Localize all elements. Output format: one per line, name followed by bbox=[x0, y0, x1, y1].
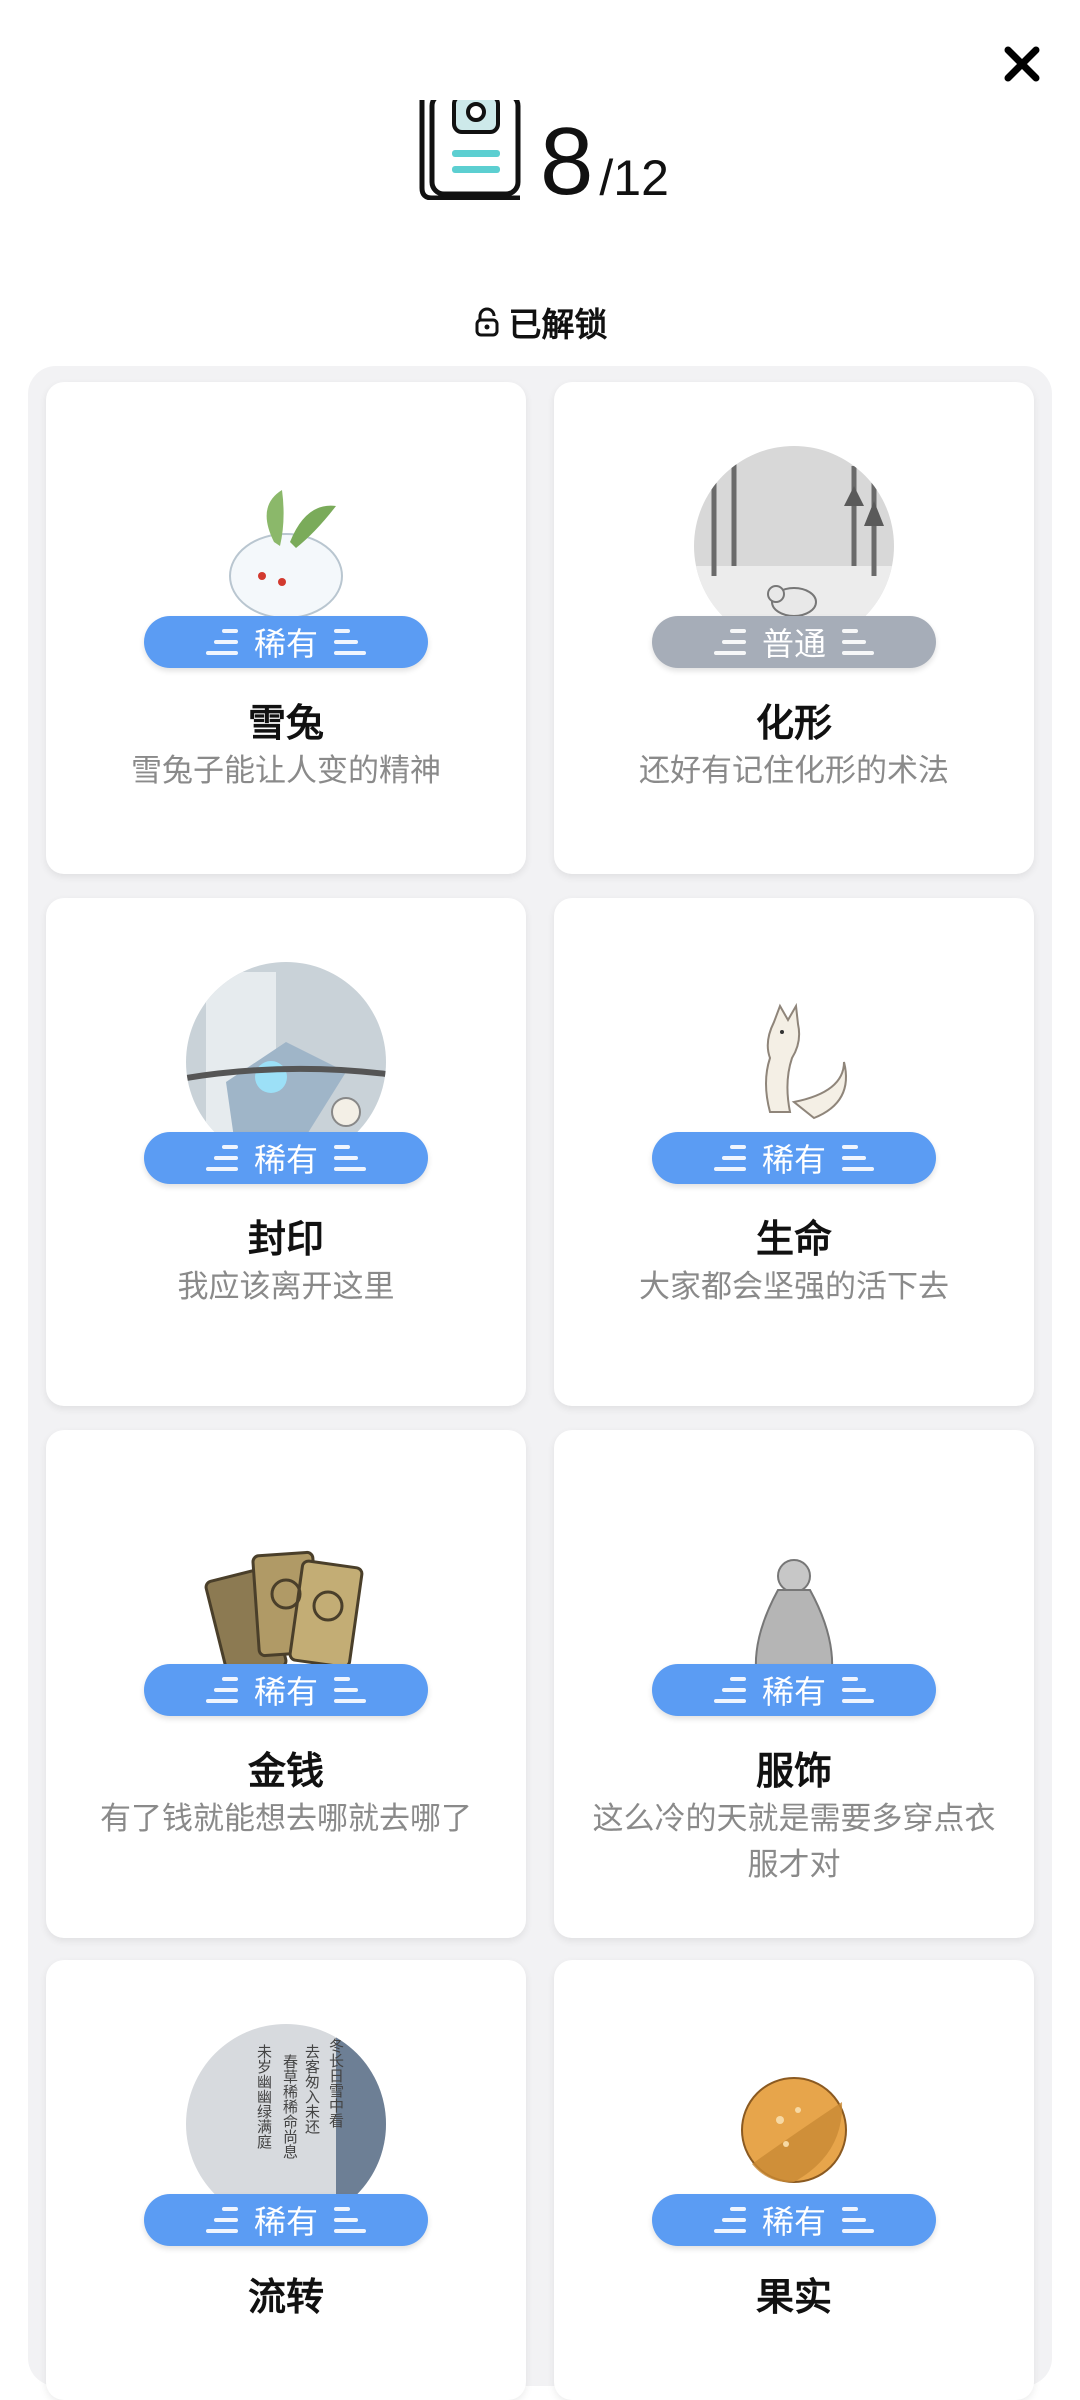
card-title: 化形 bbox=[755, 701, 832, 745]
rarity-badge: 稀有 bbox=[144, 2194, 428, 2246]
card-title: 封印 bbox=[247, 1217, 324, 1261]
card-fruit[interactable]: 稀有 果实 bbox=[554, 1960, 1034, 2400]
card-transform[interactable]: 普通 化形 还好有记住化形的术法 bbox=[554, 382, 1034, 874]
card-money[interactable]: 稀有 金钱 有了钱就能想去哪就去哪了 bbox=[46, 1430, 526, 1938]
rarity-label: 稀有 bbox=[253, 2203, 318, 2241]
badge-stripes-icon bbox=[205, 1145, 238, 1171]
rarity-label: 普通 bbox=[761, 625, 826, 663]
badge-stripes-icon bbox=[713, 1145, 746, 1171]
card-description: 雪兔子能让人变的精神 bbox=[131, 753, 441, 789]
card-description: 还好有记住化形的术法 bbox=[639, 753, 949, 789]
card-title: 生命 bbox=[755, 1217, 832, 1261]
card-description: 大家都会坚强的活下去 bbox=[639, 1269, 949, 1305]
card-title: 金钱 bbox=[247, 1749, 324, 1793]
badge-stripes-icon bbox=[842, 1145, 874, 1171]
rarity-badge: 稀有 bbox=[144, 1132, 428, 1184]
collected-count: 8 bbox=[540, 108, 594, 215]
card-life[interactable]: 稀有 生命 大家都会坚强的活下去 bbox=[554, 898, 1034, 1406]
card-clothing[interactable]: 稀有 服饰 这么冷的天就是需要多穿点衣服才对 bbox=[554, 1430, 1034, 1938]
badge-stripes-icon bbox=[842, 2207, 874, 2233]
rarity-badge: 稀有 bbox=[652, 1132, 936, 1184]
badge-stripes-icon bbox=[334, 2207, 366, 2233]
rarity-badge: 普通 bbox=[652, 616, 936, 668]
collection-book-icon bbox=[419, 100, 521, 200]
card-snow-rabbit[interactable]: 稀有 雪兔 雪兔子能让人变的精神 bbox=[46, 382, 526, 874]
badge-stripes-icon bbox=[205, 629, 238, 655]
badge-stripes-icon bbox=[205, 2207, 238, 2233]
card-description: 我应该离开这里 bbox=[177, 1269, 395, 1305]
badge-stripes-icon bbox=[713, 1677, 746, 1703]
scroll-text-line: 冬长日雪中看 bbox=[327, 2038, 345, 2128]
close-button[interactable] bbox=[992, 34, 1052, 94]
unlocked-section-label: 已解锁 bbox=[0, 298, 1080, 346]
rarity-badge: 稀有 bbox=[144, 616, 428, 668]
card-title: 果实 bbox=[755, 2275, 832, 2319]
rarity-label: 稀有 bbox=[253, 1141, 318, 1179]
badge-stripes-icon bbox=[205, 1677, 238, 1703]
unlocked-label: 已解锁 bbox=[508, 305, 608, 344]
rarity-badge: 稀有 bbox=[144, 1664, 428, 1716]
rarity-label: 稀有 bbox=[761, 1673, 826, 1711]
badge-stripes-icon bbox=[334, 629, 366, 655]
card-description: 有了钱就能想去哪就去哪了 bbox=[100, 1801, 472, 1837]
rarity-label: 稀有 bbox=[761, 2203, 826, 2241]
card-flow[interactable]: 去客匆入未还 春草稀稀命尚息 未岁幽幽绿满庭 冬长日雪中看 稀有 流转 bbox=[46, 1960, 526, 2400]
badge-stripes-icon bbox=[713, 629, 746, 655]
collection-header: 8 /12 bbox=[0, 100, 1080, 220]
card-title: 服饰 bbox=[755, 1749, 832, 1793]
unlock-icon bbox=[475, 307, 498, 337]
close-icon bbox=[1004, 46, 1040, 82]
rarity-badge: 稀有 bbox=[652, 2194, 936, 2246]
scroll-text-line: 春草稀稀命尚息 bbox=[281, 2054, 299, 2159]
cards-panel: 稀有 雪兔 雪兔子能让人变的精神 普通 化形 还好有记住化形的术法 稀有 封印 … bbox=[28, 366, 1052, 2400]
badge-stripes-icon bbox=[334, 1145, 366, 1171]
card-title: 流转 bbox=[247, 2275, 324, 2319]
collection-count: 8 /12 bbox=[540, 100, 669, 210]
badge-stripes-icon bbox=[842, 629, 874, 655]
total-count: /12 bbox=[599, 150, 669, 206]
rarity-label: 稀有 bbox=[761, 1141, 826, 1179]
scroll-text-line: 未岁幽幽绿满庭 bbox=[255, 2044, 273, 2150]
rarity-label: 稀有 bbox=[253, 1673, 318, 1711]
badge-stripes-icon bbox=[334, 1677, 366, 1703]
badge-stripes-icon bbox=[713, 2207, 746, 2233]
rarity-badge: 稀有 bbox=[652, 1664, 936, 1716]
rarity-label: 稀有 bbox=[253, 625, 318, 663]
card-description: 这么冷的天就是需要多穿点衣服才对 bbox=[592, 1801, 996, 1883]
scroll-text-line: 去客匆入未还 bbox=[303, 2044, 321, 2135]
card-seal[interactable]: 稀有 封印 我应该离开这里 bbox=[46, 898, 526, 1406]
card-title: 雪兔 bbox=[247, 701, 324, 745]
badge-stripes-icon bbox=[842, 1677, 874, 1703]
